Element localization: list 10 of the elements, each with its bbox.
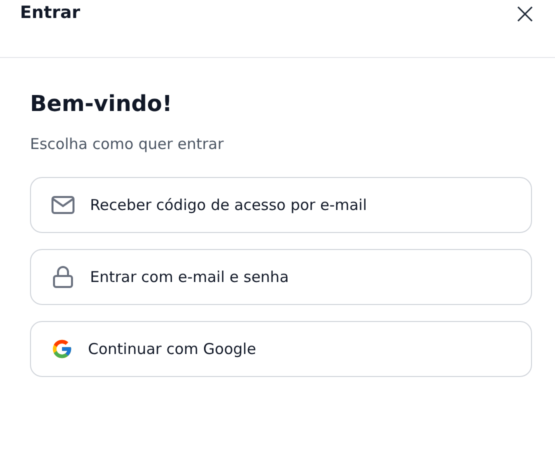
google-icon: [51, 338, 73, 360]
subtitle: Escolha como quer entrar: [30, 134, 225, 154]
welcome-heading: Bem-vindo!: [30, 91, 174, 119]
sign-in-option[interactable]: Receber código de acesso por e-mail: [30, 177, 532, 233]
sign-in-option[interactable]: Continuar com Google: [30, 321, 532, 377]
dialog-title: Entrar: [20, 3, 80, 23]
sign-in-option[interactable]: Entrar com e-mail e senha: [30, 249, 532, 305]
lock-icon: [51, 265, 75, 289]
mail-icon: [51, 195, 75, 215]
close-button[interactable]: [517, 6, 533, 22]
